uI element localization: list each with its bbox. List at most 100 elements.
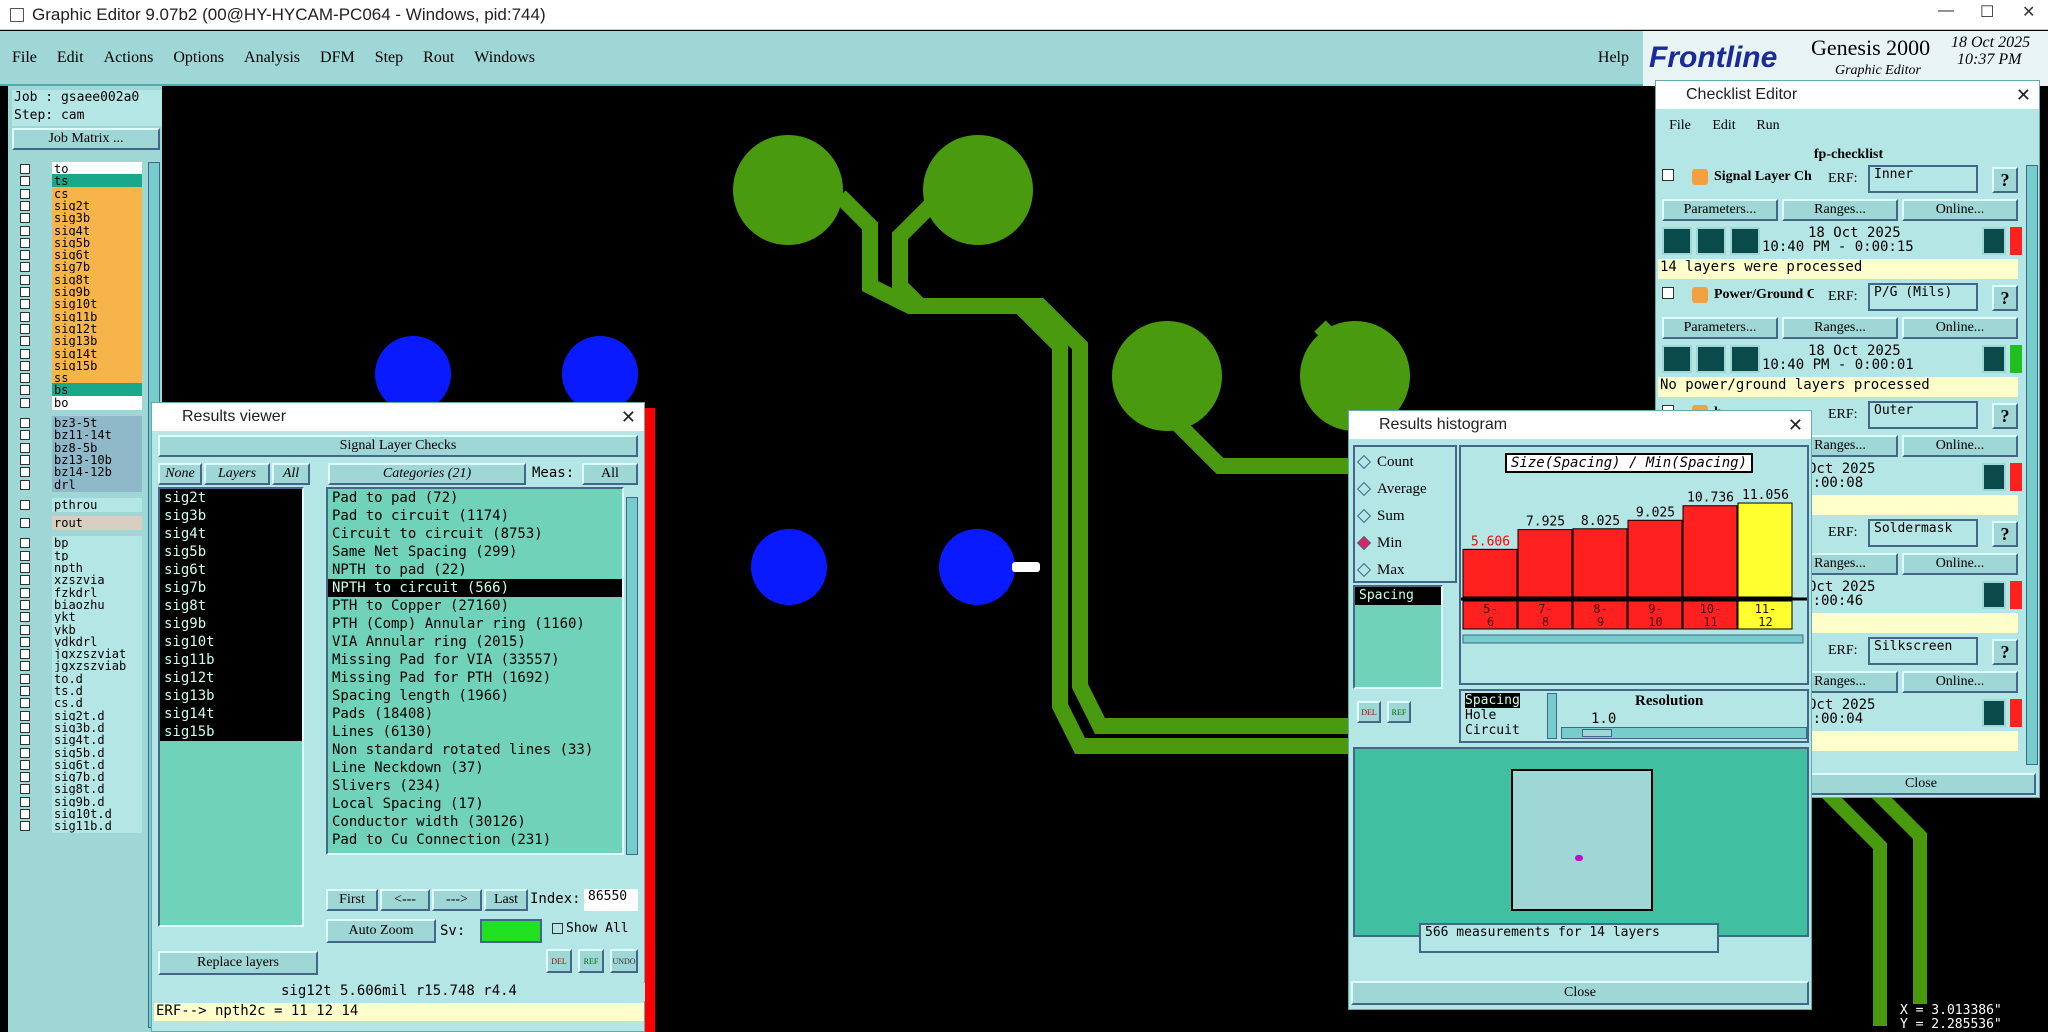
item-checkbox[interactable]	[1662, 287, 1674, 299]
last-button[interactable]: Last	[484, 889, 528, 911]
result-layer-item[interactable]: sig15b	[160, 723, 302, 741]
layer-checkbox[interactable]	[20, 397, 30, 408]
checklist-menu-run[interactable]: Run	[1748, 111, 1788, 141]
erf-dropdown[interactable]: Soldermask	[1868, 519, 1978, 547]
option-min[interactable]: Min	[1356, 532, 1402, 554]
thumbnail-view[interactable]	[1511, 769, 1653, 911]
online-button[interactable]: Online...	[1902, 435, 2018, 457]
none-button[interactable]: None	[158, 463, 202, 485]
show-all-checkbox[interactable]	[552, 923, 563, 934]
category-item[interactable]: VIA Annular ring (2015)	[328, 633, 622, 651]
layer-checkbox[interactable]	[20, 575, 30, 586]
option-sum[interactable]: Sum	[1356, 505, 1405, 527]
category-item[interactable]: Circuit to circuit (8753)	[328, 525, 622, 543]
undo-icon[interactable]: UNDO	[610, 949, 638, 973]
meas-dropdown[interactable]: All	[582, 463, 638, 485]
result-layer-item[interactable]: sig11b	[160, 651, 302, 669]
category-item[interactable]: Spacing length (1966)	[328, 687, 622, 705]
histogram-close-button[interactable]: Close	[1351, 981, 1809, 1005]
histogram-bar[interactable]	[1572, 528, 1628, 598]
item-name[interactable]: Power/Ground C	[1714, 287, 1814, 303]
resolution-slider[interactable]	[1561, 727, 1807, 739]
layer-checkbox[interactable]	[20, 649, 30, 660]
layer-checkbox[interactable]	[20, 176, 30, 187]
layer-checkbox[interactable]	[20, 747, 30, 758]
run-icon[interactable]	[1730, 345, 1760, 373]
layer-checkbox[interactable]	[20, 550, 30, 561]
online-button[interactable]: Online...	[1902, 199, 2018, 221]
help-icon[interactable]: ?	[1992, 167, 2018, 193]
layer-checkbox[interactable]	[20, 164, 30, 174]
ref-icon[interactable]: REF	[578, 949, 604, 973]
layer-checkbox[interactable]	[20, 323, 30, 334]
erf-dropdown[interactable]: Inner	[1868, 165, 1978, 193]
category-item[interactable]: Pad to Cu Connection (231)	[328, 831, 622, 849]
layer-checkbox[interactable]	[20, 287, 30, 297]
option-max[interactable]: Max	[1356, 559, 1405, 581]
online-button[interactable]: Online...	[1902, 317, 2018, 339]
category-item[interactable]: Missing Pad for PTH (1692)	[328, 669, 622, 687]
parameters-button[interactable]: Parameters...	[1662, 199, 1778, 221]
option-count[interactable]: Count	[1356, 451, 1414, 473]
layer-checkbox[interactable]	[20, 698, 30, 709]
histogram-bar[interactable]	[1462, 548, 1518, 598]
layer-checkbox[interactable]	[20, 336, 30, 347]
result-layer-item[interactable]: sig4t	[160, 525, 302, 543]
layer-checkbox[interactable]	[20, 188, 30, 199]
category-item[interactable]: Slivers (234)	[328, 777, 622, 795]
radio-icon[interactable]	[1356, 454, 1372, 470]
radio-icon[interactable]	[1356, 508, 1372, 524]
layer-checkbox[interactable]	[20, 538, 30, 549]
close-icon[interactable]: ✕	[2016, 85, 2031, 106]
layer-checkbox[interactable]	[20, 809, 30, 819]
result-layer-item[interactable]: sig14t	[160, 705, 302, 723]
categories-list[interactable]: Pad to pad (72) Pad to circuit (1174) Circ…	[326, 487, 624, 855]
layer-checkbox[interactable]	[20, 636, 30, 647]
help-icon[interactable]: ?	[1992, 285, 2018, 311]
layer-checkbox[interactable]	[20, 821, 30, 832]
histogram-bar[interactable]	[1517, 529, 1573, 598]
layer-checkbox[interactable]	[20, 673, 30, 684]
first-button[interactable]: First	[326, 889, 378, 911]
run-icon[interactable]	[1662, 227, 1692, 255]
job-matrix-button[interactable]: Job Matrix ...	[12, 128, 160, 150]
menu-edit[interactable]: Edit	[57, 49, 84, 67]
layer-checkbox[interactable]	[20, 599, 30, 610]
layer-item[interactable]: drl	[12, 477, 144, 492]
category-item[interactable]: PTH (Comp) Annular ring (1160)	[328, 615, 622, 633]
result-layer-item[interactable]: sig7b	[160, 579, 302, 597]
layer-item[interactable]: pthrou	[12, 497, 144, 512]
types-scrollbar[interactable]	[1547, 693, 1557, 739]
measure-item[interactable]: Spacing	[1355, 587, 1441, 605]
ranges-button[interactable]: Ranges...	[1782, 199, 1898, 221]
measure-list[interactable]: Spacing	[1353, 585, 1443, 689]
radio-icon[interactable]	[1356, 535, 1372, 551]
layer-checkbox[interactable]	[20, 784, 30, 795]
result-layer-item[interactable]: sig12t	[160, 669, 302, 687]
result-layer-item[interactable]: sig13b	[160, 687, 302, 705]
result-layer-item[interactable]: sig3b	[160, 507, 302, 525]
radio-icon[interactable]	[1356, 562, 1372, 578]
auto-zoom-dropdown[interactable]: Auto Zoom	[326, 919, 436, 943]
layer-checkbox[interactable]	[20, 274, 30, 285]
layer-checkbox[interactable]	[20, 200, 30, 211]
checklist-menu-file[interactable]: File	[1660, 111, 1700, 141]
result-layer-item[interactable]: sig8t	[160, 597, 302, 615]
option-average[interactable]: Average	[1356, 478, 1427, 500]
erf-dropdown[interactable]: Outer	[1868, 401, 1978, 429]
layer-checkbox[interactable]	[20, 612, 30, 623]
layer-checkbox[interactable]	[20, 373, 30, 384]
type-item[interactable]: Hole	[1465, 708, 1520, 723]
layer-checkbox[interactable]	[20, 467, 30, 478]
result-layer-item[interactable]: sig5b	[160, 543, 302, 561]
layer-checkbox[interactable]	[20, 237, 30, 248]
result-layer-item[interactable]: sig6t	[160, 561, 302, 579]
layer-checkbox[interactable]	[20, 563, 30, 573]
maximize-icon[interactable]: ☐	[1980, 2, 1994, 22]
checklist-scrollbar[interactable]	[2026, 165, 2038, 765]
help-icon[interactable]: ?	[1992, 521, 2018, 547]
layer-checkbox[interactable]	[20, 735, 30, 746]
checks-header[interactable]: Signal Layer Checks	[158, 435, 638, 457]
category-item[interactable]: Pad to pad (72)	[328, 489, 622, 507]
layer-item[interactable]: sig11b.d	[12, 819, 144, 834]
